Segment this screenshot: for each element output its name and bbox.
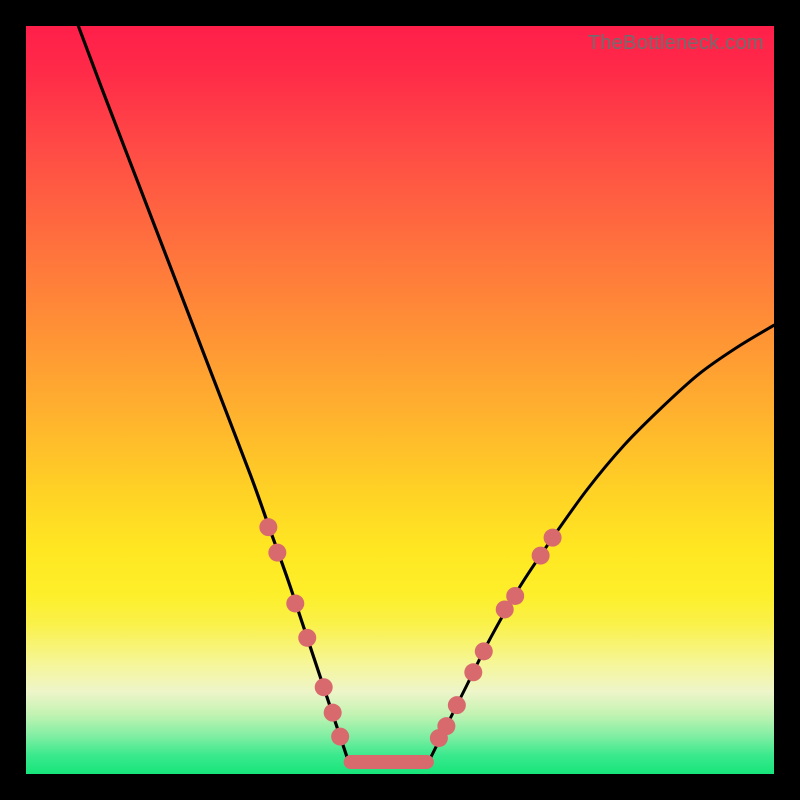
marker-dot <box>532 547 550 565</box>
marker-dot <box>437 717 455 735</box>
marker-dot <box>315 678 333 696</box>
curve-right-branch <box>430 325 774 759</box>
marker-dot <box>298 629 316 647</box>
marker-dot <box>324 704 342 722</box>
marker-dot <box>268 544 286 562</box>
chart-frame: TheBottleneck.com <box>0 0 800 800</box>
marker-dot <box>506 587 524 605</box>
curve-left-branch <box>78 26 347 759</box>
marker-dot <box>544 529 562 547</box>
marker-dot <box>464 663 482 681</box>
plot-area: TheBottleneck.com <box>26 26 774 774</box>
marker-dot <box>259 518 277 536</box>
marker-dot <box>448 696 466 714</box>
curve-layer <box>26 26 774 774</box>
marker-dot <box>331 728 349 746</box>
marker-dot <box>286 594 304 612</box>
marker-dot <box>475 642 493 660</box>
